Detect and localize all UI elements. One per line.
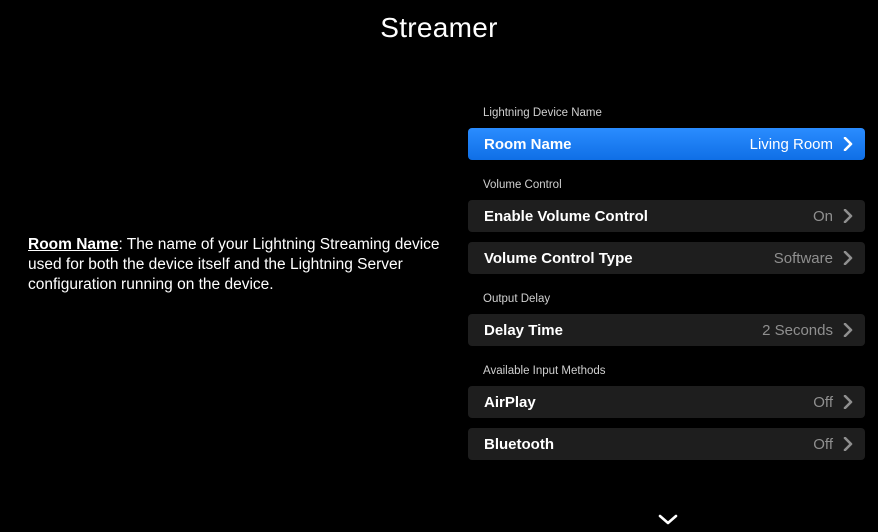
chevron-right-icon — [841, 209, 855, 223]
row-volume-control-type[interactable]: Volume Control Type Software — [468, 242, 865, 274]
page-title: Streamer — [380, 12, 498, 43]
chevron-right-icon — [841, 395, 855, 409]
row-label: Room Name — [484, 135, 572, 153]
row-label: Volume Control Type — [484, 249, 633, 267]
chevron-right-icon — [841, 251, 855, 265]
chevron-right-icon — [841, 437, 855, 451]
row-delay-time[interactable]: Delay Time 2 Seconds — [468, 314, 865, 346]
row-value: Living Room — [749, 135, 833, 153]
row-airplay[interactable]: AirPlay Off — [468, 386, 865, 418]
setting-description: Room Name: The name of your Lightning St… — [28, 235, 448, 295]
chevron-right-icon — [841, 323, 855, 337]
row-label: Bluetooth — [484, 435, 554, 453]
description-term: Room Name — [28, 236, 119, 253]
row-value: 2 Seconds — [762, 321, 833, 339]
row-value: Off — [813, 393, 833, 411]
row-label: AirPlay — [484, 393, 536, 411]
chevron-down-icon[interactable] — [657, 513, 679, 527]
section-header-input-methods: Available Input Methods — [483, 365, 606, 377]
section-header-volume-control: Volume Control — [483, 179, 562, 191]
chevron-right-icon — [841, 137, 855, 151]
row-value: Off — [813, 435, 833, 453]
row-value: On — [812, 207, 833, 225]
section-header-device-name: Lightning Device Name — [483, 107, 602, 119]
row-label: Delay Time — [484, 321, 563, 339]
settings-list: Lightning Device Name Room Name Living R… — [468, 98, 865, 470]
row-label: Enable Volume Control — [484, 207, 648, 225]
row-value: Software — [773, 249, 833, 267]
section-header-output-delay: Output Delay — [483, 293, 551, 305]
row-enable-volume-control[interactable]: Enable Volume Control On — [468, 200, 865, 232]
row-bluetooth[interactable]: Bluetooth Off — [468, 428, 865, 460]
row-room-name[interactable]: Room Name Living Room — [468, 128, 865, 160]
